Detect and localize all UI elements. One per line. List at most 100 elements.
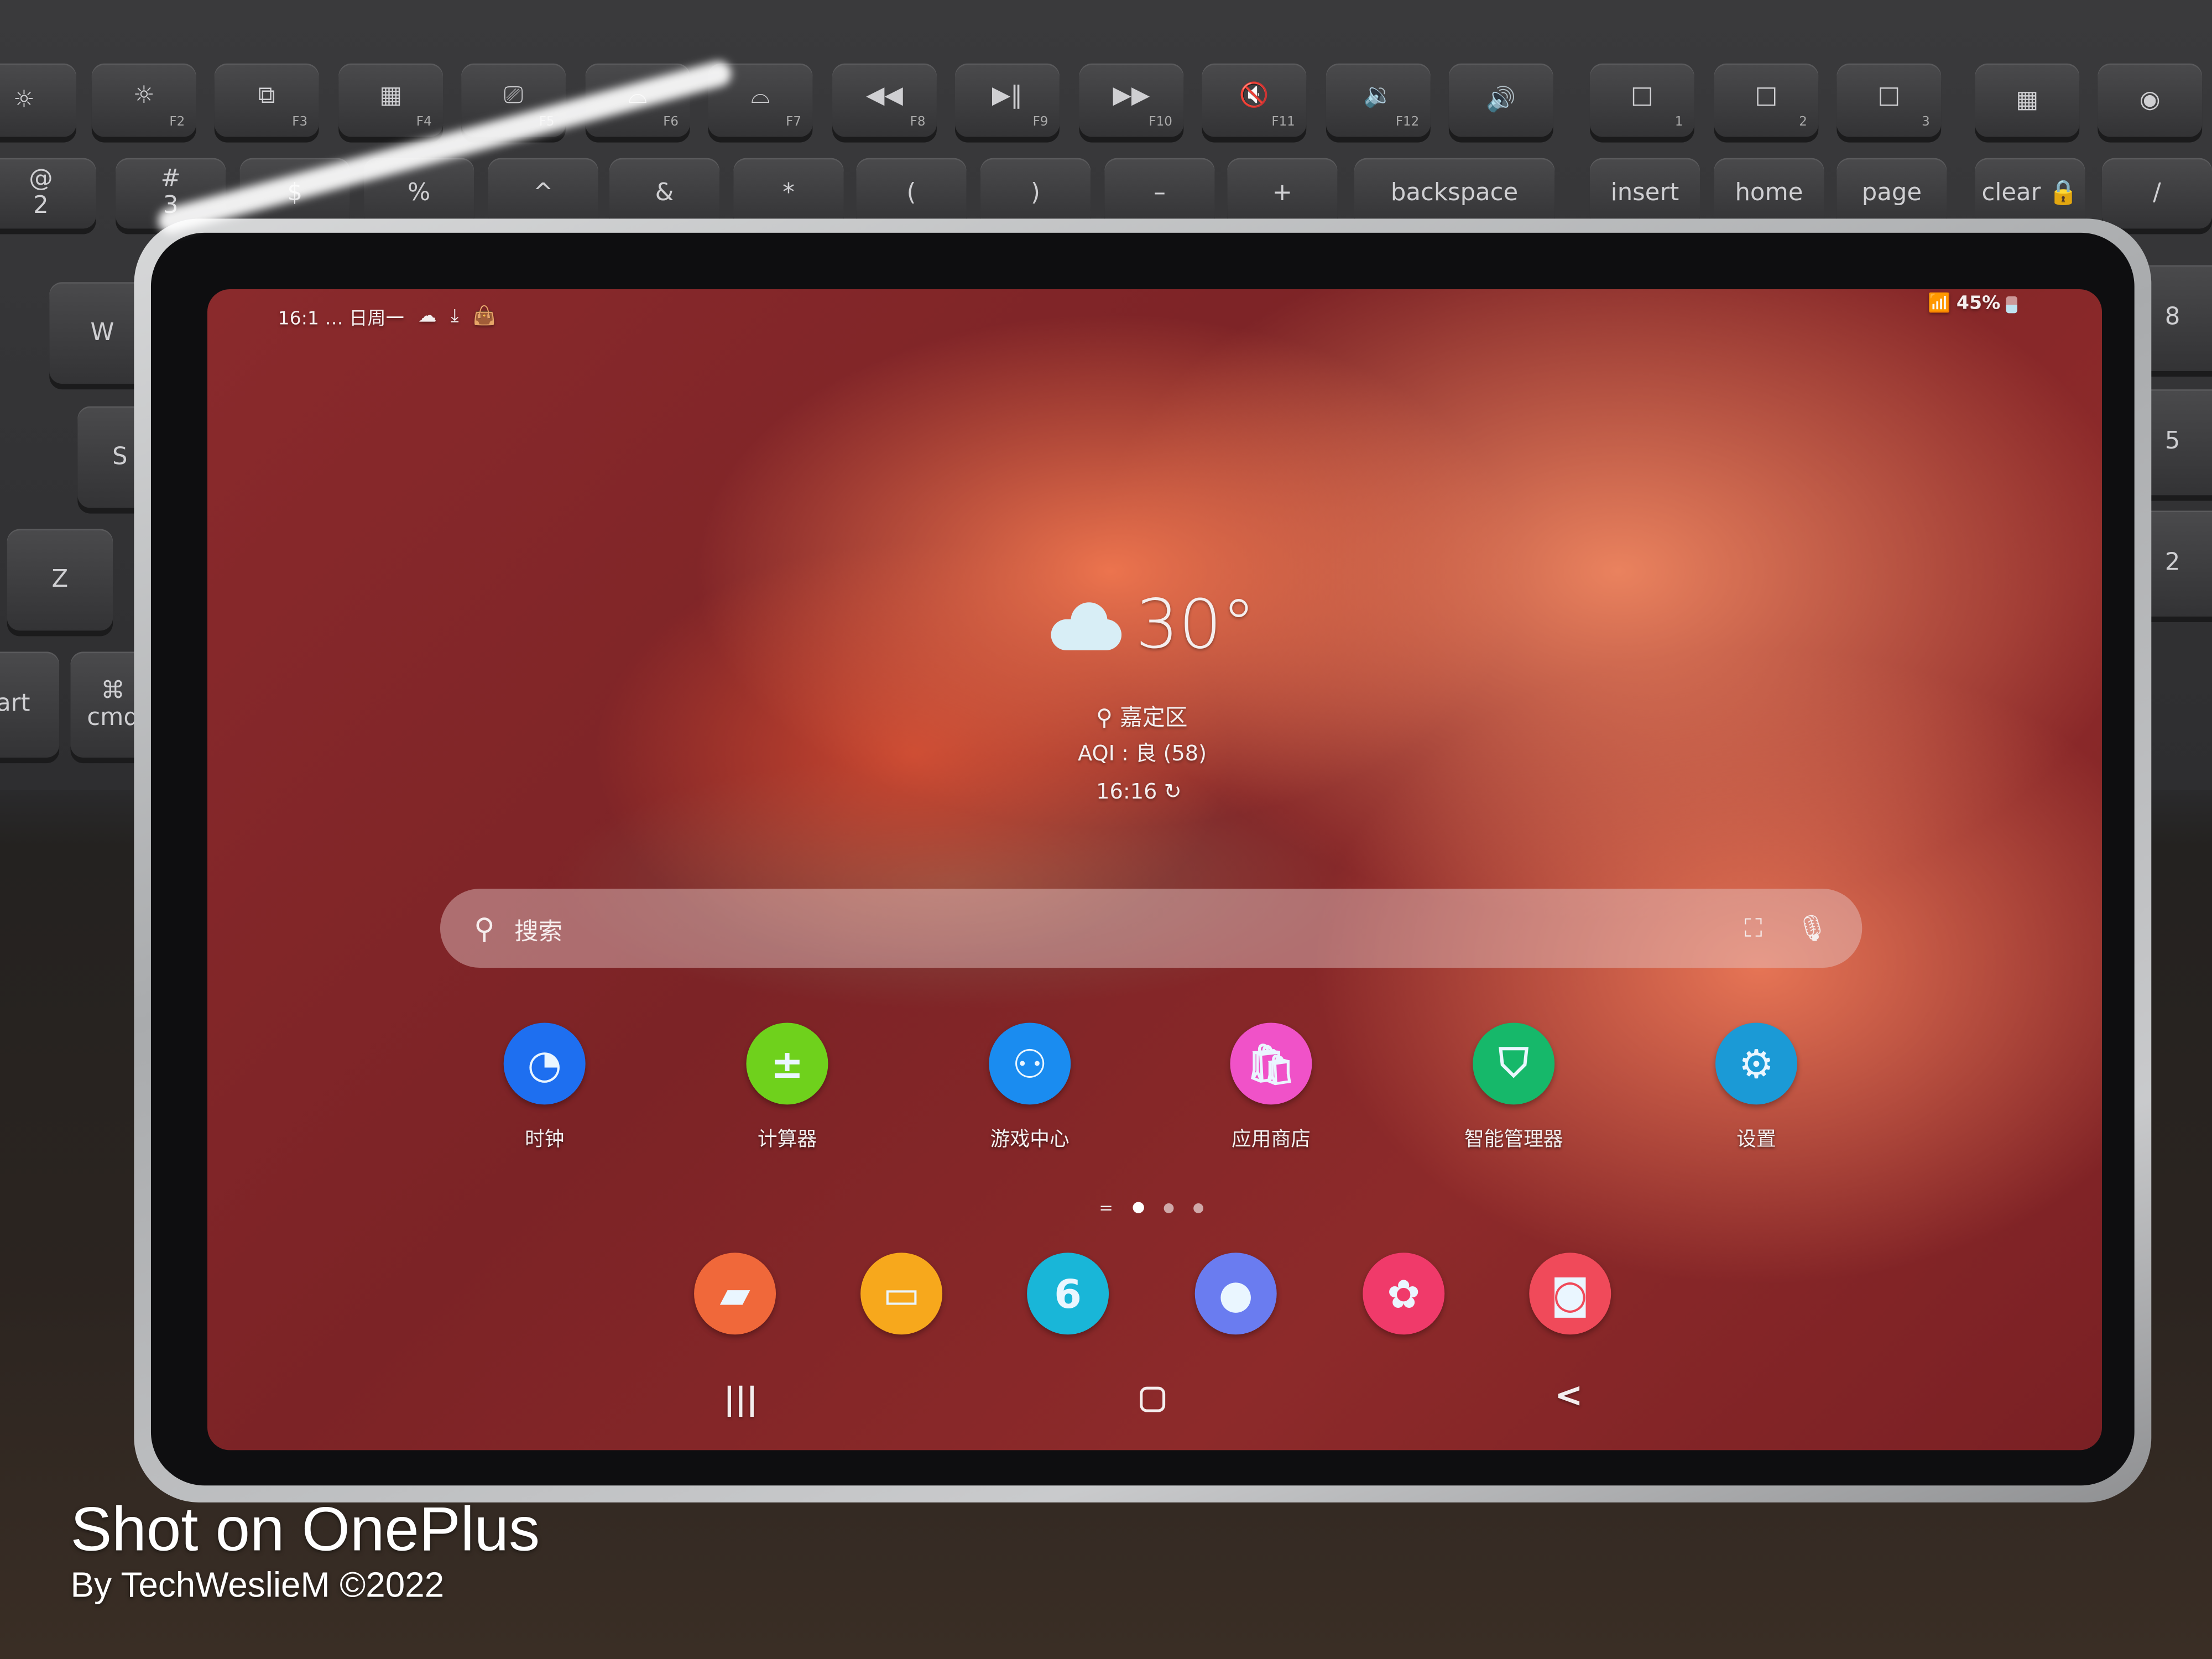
key-sublabel: 1	[1674, 116, 1683, 130]
search-icon: ⚲	[474, 911, 495, 946]
update-time: 16:16 ↻	[1096, 779, 1182, 804]
key-label: tart	[0, 690, 30, 718]
dock-app-calendar[interactable]: 6	[983, 1253, 1152, 1335]
keyboard-key: 🔉 F12	[1326, 63, 1431, 137]
key-label: 2	[2164, 549, 2180, 577]
browser-icon: ●	[1194, 1253, 1277, 1335]
photo-stage: ☼☼F2⧉F3▦F4⎚F5⌓F6⌓F7◀◀F8▶‖F9▶▶F10🔇F11🔉F12…	[0, 0, 2212, 1659]
shield-icon: ⛉	[1473, 1022, 1555, 1105]
keyboard-key: ▦ F4	[338, 63, 444, 137]
key-sublabel: F9	[1032, 116, 1048, 130]
refresh-icon[interactable]: ↻	[1164, 779, 1182, 804]
mic-icon[interactable]: 🎙	[1796, 914, 1828, 943]
tablet-bezel: 16:1 … 日周一 ☁ ⤓ 👜 📶 45% 30° ⚲ 嘉定区 AQI: 良…	[150, 232, 2135, 1486]
watermark-title: Shot on OnePlus	[70, 1495, 540, 1565]
keyboard-key: tart	[0, 651, 60, 758]
clock-icon: ◔	[503, 1022, 586, 1105]
key-label: ◀◀	[866, 81, 903, 110]
key-sublabel: F8	[910, 116, 926, 130]
app-clock[interactable]: ◔ 时钟	[460, 1022, 629, 1152]
aqi: AQI : 良 (58)	[1077, 740, 1207, 766]
key-label: ▦	[2016, 85, 2039, 114]
keyboard-key: (	[856, 158, 967, 229]
status-time-date: 16:1 … 日周一	[278, 309, 404, 330]
keyboard-key: )	[980, 158, 1091, 229]
page-dot	[1164, 1202, 1174, 1213]
keyboard-key: +	[1227, 158, 1338, 229]
key-label: ☼	[13, 85, 35, 114]
battery-icon	[2006, 295, 2017, 313]
scan-icon[interactable]: ⛶	[1744, 914, 1762, 943]
update-time-value: 16:16	[1096, 779, 1157, 805]
back-button[interactable]: <	[1554, 1375, 1583, 1415]
key-sublabel: F12	[1395, 116, 1420, 130]
key-label: □	[1755, 81, 1778, 110]
dock-app-browser[interactable]: ●	[1151, 1253, 1321, 1335]
location: ⚲ 嘉定区	[1096, 698, 1187, 732]
keyboard-key: &	[609, 158, 720, 229]
key-label: W	[90, 318, 114, 347]
dock-app-notes[interactable]: ▰	[650, 1253, 820, 1335]
calendar-icon: 6	[1027, 1253, 1109, 1335]
camera-icon: ◙	[1529, 1253, 1611, 1335]
files-icon: ▭	[860, 1253, 943, 1335]
key-label: ⌓	[750, 81, 770, 110]
keyboard-key: Z	[7, 529, 113, 631]
gallery-icon: ✿	[1363, 1253, 1445, 1335]
key-label: home	[1735, 179, 1803, 207]
key-label: clear 🔒	[1981, 179, 2079, 207]
keyboard-key: ▦	[1975, 63, 2080, 137]
app-shield[interactable]: ⛉ 智能管理器	[1429, 1022, 1598, 1152]
app-app-store[interactable]: 🛍 应用商店	[1186, 1022, 1355, 1152]
app-label: 游戏中心	[990, 1128, 1070, 1151]
keyboard-key: clear 🔒	[1975, 158, 2085, 229]
dock-app-camera[interactable]: ◙	[1485, 1253, 1655, 1335]
dock-app-gallery[interactable]: ✿	[1319, 1253, 1488, 1335]
cloud-sync-icon: ☁	[418, 306, 437, 327]
temperature: 30°	[1135, 585, 1256, 665]
page-list-icon: =	[1099, 1197, 1113, 1218]
app-game-center[interactable]: ⚇ 游戏中心	[945, 1022, 1114, 1152]
keyboard-key: /	[2101, 158, 2212, 229]
keyboard-key: ☼	[0, 63, 76, 137]
key-label: ^	[533, 179, 554, 207]
key-label: □	[1630, 81, 1653, 110]
key-label: *	[782, 179, 795, 207]
keyboard-key: ⧉ F3	[214, 63, 319, 137]
location-pin-icon: ⚲	[1096, 703, 1120, 731]
keyboard-key: ◉	[2098, 63, 2203, 137]
keyboard-key: ▶▶ F10	[1079, 63, 1184, 137]
keyboard-key: □ 3	[1837, 63, 1942, 137]
key-sublabel: 2	[1799, 116, 1807, 130]
key-label: )	[1030, 179, 1040, 207]
key-label: &	[655, 179, 674, 207]
notes-icon: ▰	[694, 1253, 776, 1335]
key-label: –	[1154, 179, 1166, 207]
app-label: 应用商店	[1232, 1128, 1311, 1151]
app-gear[interactable]: ⚙ 设置	[1672, 1022, 1841, 1152]
keyboard-key: □ 2	[1714, 63, 1819, 137]
key-label: ▶‖	[992, 81, 1022, 110]
app-label: 设置	[1736, 1128, 1776, 1151]
page-dot-active	[1133, 1202, 1145, 1213]
search-placeholder: 搜索	[514, 917, 562, 946]
keyboard-key: 🔊	[1448, 63, 1553, 137]
key-label: ▶▶	[1113, 81, 1150, 110]
key-label: backspace	[1390, 179, 1519, 207]
page-indicator[interactable]: =	[1099, 1197, 1204, 1218]
key-label: ⧉	[258, 81, 275, 110]
gear-icon: ⚙	[1715, 1022, 1797, 1105]
status-bar-right: 📶 45%	[1928, 294, 2017, 315]
dock-app-files[interactable]: ▭	[817, 1253, 986, 1335]
status-bar-left: 16:1 … 日周一 ☁ ⤓ 👜	[278, 303, 496, 330]
key-sublabel: 3	[1922, 116, 1930, 130]
home-button[interactable]	[1140, 1386, 1166, 1412]
app-store-icon: 🛍	[1230, 1022, 1312, 1105]
keyboard-key: insert	[1589, 158, 1700, 229]
key-label: S	[112, 442, 128, 471]
tablet: 16:1 … 日周一 ☁ ⤓ 👜 📶 45% 30° ⚲ 嘉定区 AQI: 良…	[134, 218, 2152, 1503]
app-calculator[interactable]: ± 计算器	[702, 1022, 872, 1152]
search-bar[interactable]: ⚲ 搜索 ⛶ 🎙	[440, 889, 1863, 968]
recents-button[interactable]: |||	[724, 1383, 758, 1418]
keyboard-key: ▶‖ F9	[955, 63, 1060, 137]
